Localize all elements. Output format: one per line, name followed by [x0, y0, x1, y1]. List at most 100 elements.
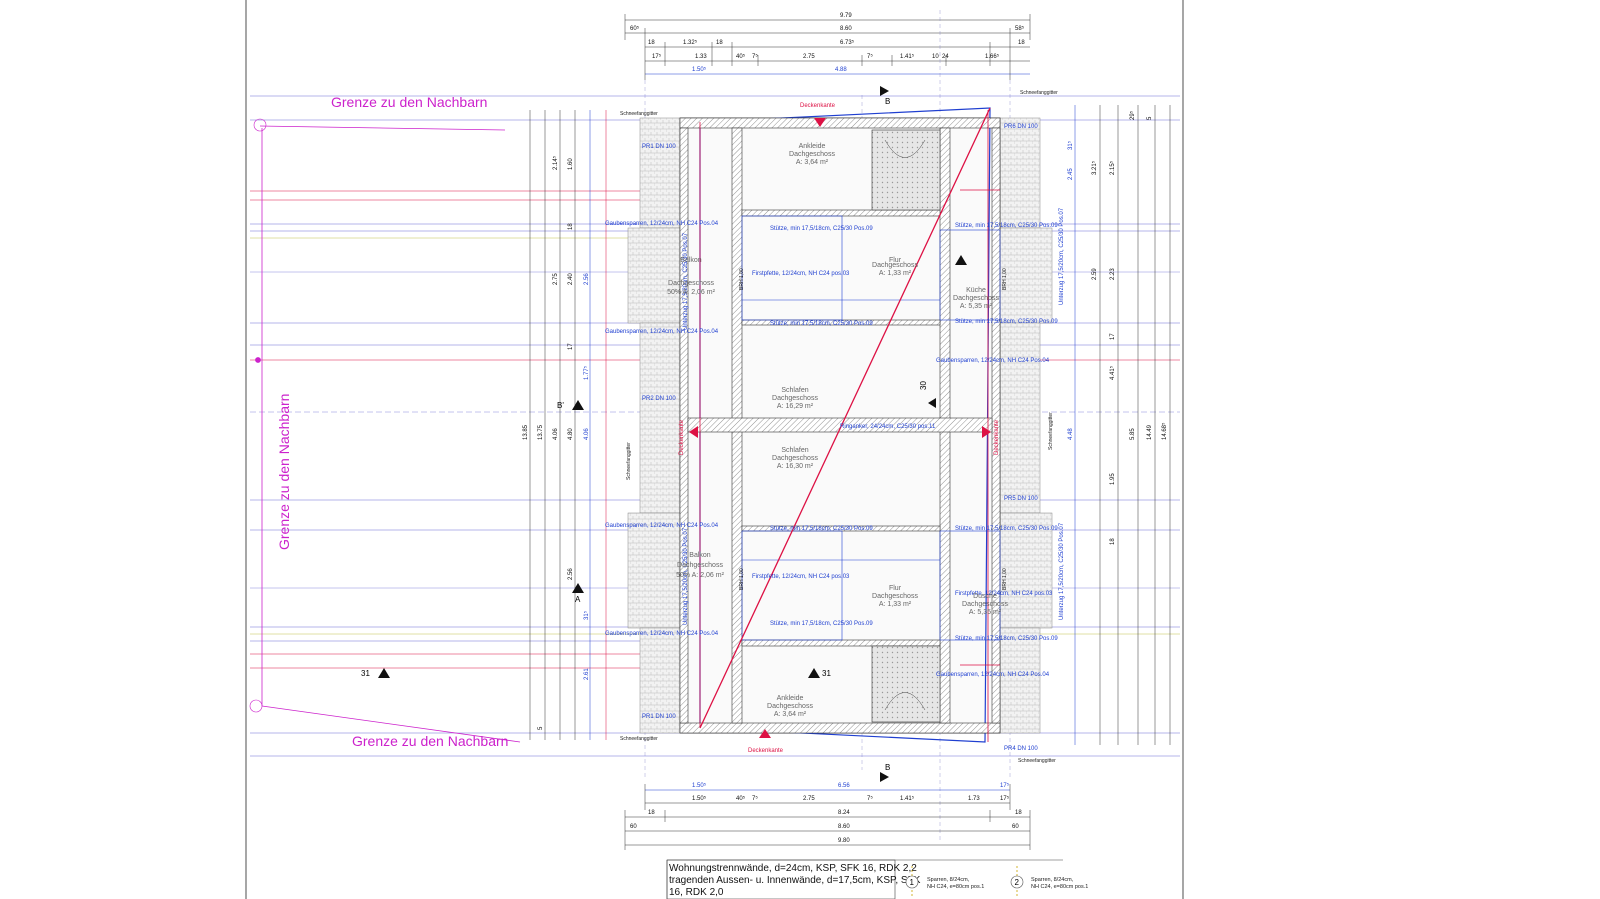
dim-top-r2-a: 60⁵ [630, 25, 640, 32]
section-b-left: B' [557, 401, 564, 410]
floor-plan-sheet: 9.79 60⁵ 8.60 58⁵ 18 1.32⁵ 18 6.73⁵ 18 1… [245, 0, 1184, 899]
unterzug-right-1: Unterzug 17,5/20cm, C25/30 Pos.07 [1059, 207, 1065, 305]
dim-bot-r2-c: 7⁵ [752, 795, 758, 802]
pr2-label: PR2 DN 100 [642, 396, 676, 402]
room-area-10: A: 3,64 m² [774, 711, 807, 718]
schneefang-label-left: Schneefanggitter [626, 442, 632, 480]
room-level-9: Dachgeschoss [962, 601, 1008, 608]
gaubensparren-label-5: Gaubensparren, 12/24cm, NH C24 Pos.04 [936, 358, 1050, 364]
dim-top-r5-a: 1.50⁵ [692, 66, 707, 73]
legend-line-2: tragenden Aussen- u. Innenwände, d=17,5c… [669, 875, 921, 886]
schneefang-label-br: Schneefanggitter [1018, 758, 1056, 764]
dim-top-r5-b: 4.88 [835, 67, 847, 73]
dim-top-r4-d: 7⁵ [752, 53, 758, 60]
dim-left-e: 4.06 [584, 428, 590, 440]
dim-bot-r2-d: 2.75 [803, 796, 815, 802]
dim-top-r4-e: 2.75 [803, 54, 815, 60]
dim-left-c: 4.06 [553, 428, 559, 440]
top-dimension-chains [624, 14, 1031, 80]
room-level-1: Dachgeschoss [789, 151, 835, 158]
gaubensparren-label-1: Gaubensparren, 12/24cm, NH C24 Pos.04 [605, 221, 719, 227]
dim-top-r2-b: 8.60 [840, 26, 852, 32]
dim-right-n: 2.15⁵ [1109, 160, 1116, 175]
gaubensparren-label-4: Gaubensparren, 12/24cm, NH C24 Pos.04 [605, 631, 719, 637]
dim-right-k: 31⁵ [1067, 140, 1074, 150]
dim-bot-r1-c: 17⁵ [1000, 782, 1010, 789]
dim-right-j: 18 [1110, 538, 1116, 545]
dim-bot-overall: 9.80 [838, 838, 850, 844]
dim-bot-r2-f: 1.41⁵ [900, 795, 915, 802]
legend-item1-text2: NH C24, e=80cm pos.1 [927, 884, 984, 890]
room-area-8: A: 1,33 m² [879, 601, 912, 608]
section-31-left: 31 [361, 669, 370, 678]
firstpfette-label-2: Firstpfette, 12/24cm, NH C24 pos.03 [752, 574, 850, 580]
legend-line-3: 16, RDK 2,0 [669, 887, 724, 898]
legend-item1-number: 1 [910, 878, 915, 887]
dim-bot-r3-a: 18 [648, 810, 655, 816]
deckenkante-label-right: Deckenkante [994, 419, 1000, 455]
section-31-center: 31 [822, 669, 831, 678]
stutze-label-4: Stütze, min 17,5/18cm, C25/30 Pos.09 [770, 621, 873, 627]
room-name-5: Schlafen [781, 387, 808, 394]
room-level-4: Dachgeschoss [953, 295, 999, 302]
dim-left-g: 2.40 [568, 273, 574, 285]
brh-label-1: BRH 1,00 [739, 268, 745, 290]
legend: Wohnungstrennwände, d=24cm, KSP, SFK 16,… [666, 859, 1088, 899]
dim-bot-r4-c: 60 [1012, 824, 1019, 830]
room-level-2: Dachgeschoss [668, 280, 714, 287]
section-30: 30 [919, 381, 928, 390]
firstpfette-label-1: Firstpfette, 12/24cm, NH C24 pos.03 [752, 271, 850, 277]
room-level-10: Dachgeschoss [767, 703, 813, 710]
dim-top-r3-a: 18 [648, 40, 655, 46]
pr1-bottom-label: PR1 DN 100 [642, 714, 676, 720]
dim-right-i: 17 [1110, 333, 1116, 340]
dim-top-r4-g: 1.41⁵ [900, 53, 915, 60]
room-name-9: Dusche [973, 593, 997, 600]
stutze-label-5: Stütze, min 17,5/18cm, C25/30 Pos.09 [955, 223, 1058, 229]
dim-bot-r2-g: 1.73 [968, 796, 980, 802]
dim-bot-r2-b: 40⁵ [736, 795, 746, 802]
schneefang-label-right: Schneefanggitter [1048, 412, 1054, 450]
stutze-label-7: Stütze, min 17,5/18cm, C25/30 Pos.09 [955, 526, 1058, 532]
bottom-dimension-chains [624, 784, 1031, 850]
room-area-5: A: 16,29 m² [777, 403, 814, 410]
stutze-label-2: Stütze, min 17,5/18cm, C25/30 Pos.09 [770, 321, 873, 327]
deckenkante-label-top: Deckenkante [800, 103, 836, 109]
dim-top-r4-i: 24 [942, 54, 949, 60]
dim-top-r3-d: 6.73⁵ [840, 39, 855, 46]
grenze-label-top: Grenze zu den Nachbarn [331, 94, 487, 110]
dim-right-a: 14.68⁵ [1161, 422, 1168, 440]
room-name-2: Balkon [680, 257, 702, 264]
gaubensparren-label-3: Gaubensparren, 12/24cm, NH C24 Pos.04 [605, 523, 719, 529]
dim-left-a: 13.85 [523, 424, 529, 440]
dim-right-f: 2.59 [1092, 268, 1098, 280]
dim-right-h: 1.95 [1110, 473, 1116, 485]
grenze-label-bottom: Grenze zu den Nachbarn [352, 733, 508, 749]
brh-label-2: BRH 1,00 [739, 568, 745, 590]
unterzug-right-2: Unterzug 17,5/20cm, C25/30 Pos.07 [1059, 522, 1065, 620]
dim-left-i: 2.61 [584, 668, 590, 680]
deckenkante-label-left: Deckenkante [679, 419, 685, 455]
dim-top-r3-b: 1.32⁵ [683, 39, 698, 46]
legend-line-1: Wohnungstrennwände, d=24cm, KSP, SFK 16,… [669, 863, 917, 874]
room-name-6: Schlafen [781, 447, 808, 454]
dim-top-r4-a: 17⁵ [652, 53, 662, 60]
dim-left-l: 1.77⁵ [583, 365, 590, 380]
room-level-3: Dachgeschoss [872, 262, 918, 269]
dim-right-g: 2.23 [1110, 268, 1116, 280]
room-name-1: Ankleide [799, 143, 826, 150]
brh-label-3: BRH 1,00 [1002, 268, 1008, 290]
legend-item2-text2: NH C24, e=80cm pos.1 [1031, 884, 1088, 890]
dim-bot-r4-a: 60 [630, 824, 637, 830]
section-b-top: B [885, 97, 890, 106]
dim-top-r4-f: 7⁵ [867, 53, 873, 60]
dim-top-r4-c: 40⁵ [736, 53, 746, 60]
dim-left-d: 4.80 [568, 428, 574, 440]
dim-bot-r3-c: 18 [1015, 810, 1022, 816]
dim-left-n: 17 [568, 343, 574, 350]
room-name-7: Balkon [689, 552, 711, 559]
dim-bot-r2-h: 17⁵ [1000, 795, 1010, 802]
pr1-top-label: PR1 DN 100 [642, 144, 676, 150]
dim-bot-r1-b: 6.56 [838, 783, 850, 789]
stutze-label-1: Stütze, min 17,5/18cm, C25/30 Pos.09 [770, 226, 873, 232]
